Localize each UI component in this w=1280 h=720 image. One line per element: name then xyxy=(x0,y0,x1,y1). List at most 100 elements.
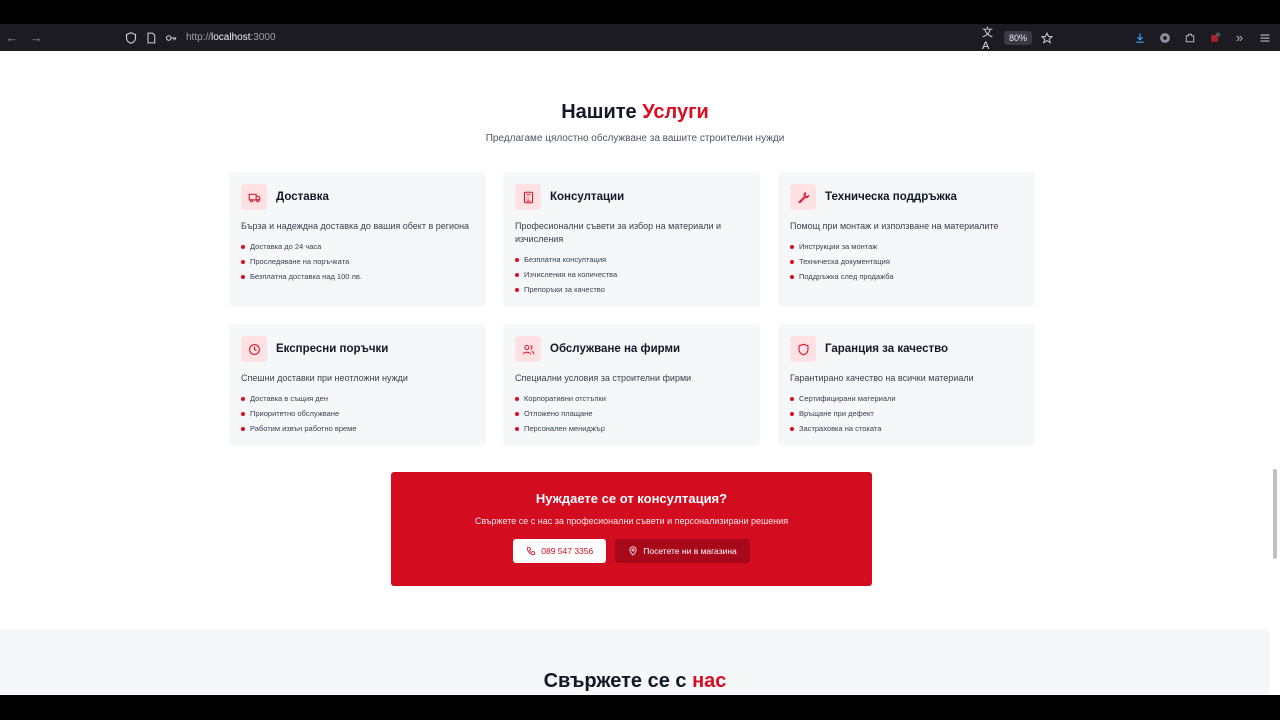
card-title: Техническа поддръжка xyxy=(825,191,957,203)
contact-title: Свържете се с нас xyxy=(0,670,1270,693)
list-item-text: Техническа документация xyxy=(799,257,890,266)
users-icon xyxy=(515,336,541,362)
bullet-icon xyxy=(515,396,519,401)
url-prefix: http:// xyxy=(186,32,212,43)
card-description: Професионални съвети за избор на материа… xyxy=(515,221,722,244)
url-text[interactable]: http://localhost:3000 xyxy=(186,32,276,43)
bullet-icon xyxy=(241,259,245,264)
list-item-text: Доставка до 24 часа xyxy=(250,242,322,251)
key-icon[interactable] xyxy=(164,31,178,45)
card-title: Гаранция за качество xyxy=(825,343,949,355)
bookmark-star-icon[interactable] xyxy=(1040,31,1054,45)
contact-title-accent: нас xyxy=(692,670,727,692)
list-item: Безплатна консултация xyxy=(515,252,748,267)
service-card-consulting: Консултации Професионални съвети за избо… xyxy=(503,172,760,307)
bullet-icon xyxy=(790,396,794,401)
services-title: Нашите Услуги xyxy=(0,101,1270,124)
extension-badge-icon[interactable] xyxy=(1207,30,1222,45)
zoom-level[interactable]: 80% xyxy=(1003,30,1032,45)
card-feature-list: Доставка до 24 часа Проследяване на поръ… xyxy=(241,239,474,284)
service-card-companies: Обслужване на фирми Специални условия за… xyxy=(503,324,760,446)
list-item-text: Корпоративни отстъпки xyxy=(524,394,606,403)
service-card-delivery: Доставка Бърза и надеждна доставка до ва… xyxy=(229,172,486,307)
forward-button[interactable]: → xyxy=(24,26,48,50)
list-item: Сертифицирани материали xyxy=(790,391,1023,406)
list-item: Препоръки за качество xyxy=(515,282,748,297)
downloads-icon[interactable] xyxy=(1132,30,1147,45)
bullet-icon xyxy=(241,274,245,279)
list-item: Безплатна доставка над 100 лв. xyxy=(241,269,474,284)
url-bar[interactable]: http://localhost:3000 文A 80% xyxy=(124,27,1054,52)
card-title: Експресни поръчки xyxy=(276,343,389,355)
list-item-text: Инструкции за монтаж xyxy=(799,242,878,251)
list-item-text: Връщане при дефект xyxy=(799,409,874,418)
phone-button-label: 089 547 3356 xyxy=(541,546,594,556)
card-feature-list: Безплатна консултация Изчисления на коли… xyxy=(515,252,748,297)
bullet-icon xyxy=(790,274,794,279)
list-item: Персонален мениджър xyxy=(515,421,748,436)
bullet-icon xyxy=(515,287,519,292)
card-title: Обслужване на фирми xyxy=(550,343,681,355)
tracking-protection-icon[interactable] xyxy=(124,31,138,45)
service-card-quality: Гаранция за качество Гарантирано качеств… xyxy=(778,324,1035,446)
list-item: Поддръжка след продажба xyxy=(790,269,1023,284)
bullet-icon xyxy=(515,426,519,431)
card-description: Спешни доставки при неотложни нужди xyxy=(241,373,408,383)
services-title-main: Нашите xyxy=(561,101,643,123)
bullet-icon xyxy=(515,257,519,262)
list-item: Инструкции за монтаж xyxy=(790,239,1023,254)
page-icon[interactable] xyxy=(144,31,158,45)
overflow-chevron-icon[interactable]: » xyxy=(1232,30,1247,45)
list-item-text: Безплатна доставка над 100 лв. xyxy=(250,272,362,281)
page-scrollbar[interactable] xyxy=(1270,51,1280,695)
cta-subtitle: Свържете се с нас за професионални съвет… xyxy=(474,516,789,526)
bullet-icon xyxy=(515,411,519,416)
card-feature-list: Сертифицирани материали Връщане при дефе… xyxy=(790,391,1023,436)
url-host: localhost xyxy=(211,32,251,43)
window-bottom-edge xyxy=(0,695,1280,720)
bullet-icon xyxy=(241,244,245,249)
list-item-text: Поддръжка след продажба xyxy=(799,272,894,281)
list-item-text: Доставка в същия ден xyxy=(250,394,328,403)
translate-icon[interactable]: 文A xyxy=(982,27,996,52)
window-top-edge xyxy=(0,0,1280,24)
scrollbar-thumb[interactable] xyxy=(1273,469,1277,559)
list-item-text: Персонален мениджър xyxy=(524,424,605,433)
list-item: Доставка в същия ден xyxy=(241,391,474,406)
card-description: Бърза и надеждна доставка до вашия обект… xyxy=(241,221,470,231)
wrench-icon xyxy=(790,184,816,210)
bullet-icon xyxy=(241,396,245,401)
list-item: Доставка до 24 часа xyxy=(241,239,474,254)
bullet-icon xyxy=(241,426,245,431)
card-title: Консултации xyxy=(550,191,625,203)
list-item-text: Отложено плащане xyxy=(524,409,593,418)
card-feature-list: Корпоративни отстъпки Отложено плащане П… xyxy=(515,391,748,436)
url-port: :3000 xyxy=(250,32,276,43)
visit-store-button[interactable]: Посетете ни в магазина xyxy=(615,539,750,563)
list-item: Корпоративни отстъпки xyxy=(515,391,748,406)
consultation-cta: Нуждаете се от консултация? Свържете се … xyxy=(391,472,872,586)
list-item: Техническа документация xyxy=(790,254,1023,269)
card-feature-list: Инструкции за монтаж Техническа документ… xyxy=(790,239,1023,284)
bullet-icon xyxy=(790,426,794,431)
list-item: Проследяване на поръчката xyxy=(241,254,474,269)
list-item-text: Препоръки за качество xyxy=(524,285,605,294)
card-description: Специални условия за строителни фирми xyxy=(515,373,692,383)
list-item-text: Застраховка на стоката xyxy=(799,424,882,433)
map-pin-icon xyxy=(629,546,637,556)
account-icon[interactable] xyxy=(1157,30,1172,45)
list-item-text: Изчисления на количества xyxy=(524,270,618,279)
contact-section: Свържете се с нас xyxy=(0,629,1270,695)
list-item: Връщане при дефект xyxy=(790,406,1023,421)
services-subtitle: Предлагаме цялостно обслужване за вашите… xyxy=(485,133,785,144)
service-card-tech-support: Техническа поддръжка Помощ при монтаж и … xyxy=(778,172,1035,307)
extensions-icon[interactable] xyxy=(1182,30,1197,45)
card-title: Доставка xyxy=(276,191,329,203)
cta-buttons: 089 547 3356 Посетете ни в магазина xyxy=(391,539,872,563)
phone-icon xyxy=(527,546,536,556)
menu-icon[interactable] xyxy=(1257,30,1272,45)
back-button[interactable]: ← xyxy=(0,26,24,50)
phone-button[interactable]: 089 547 3356 xyxy=(513,539,607,563)
services-title-accent: Услуги xyxy=(642,101,709,123)
list-item: Застраховка на стоката xyxy=(790,421,1023,436)
